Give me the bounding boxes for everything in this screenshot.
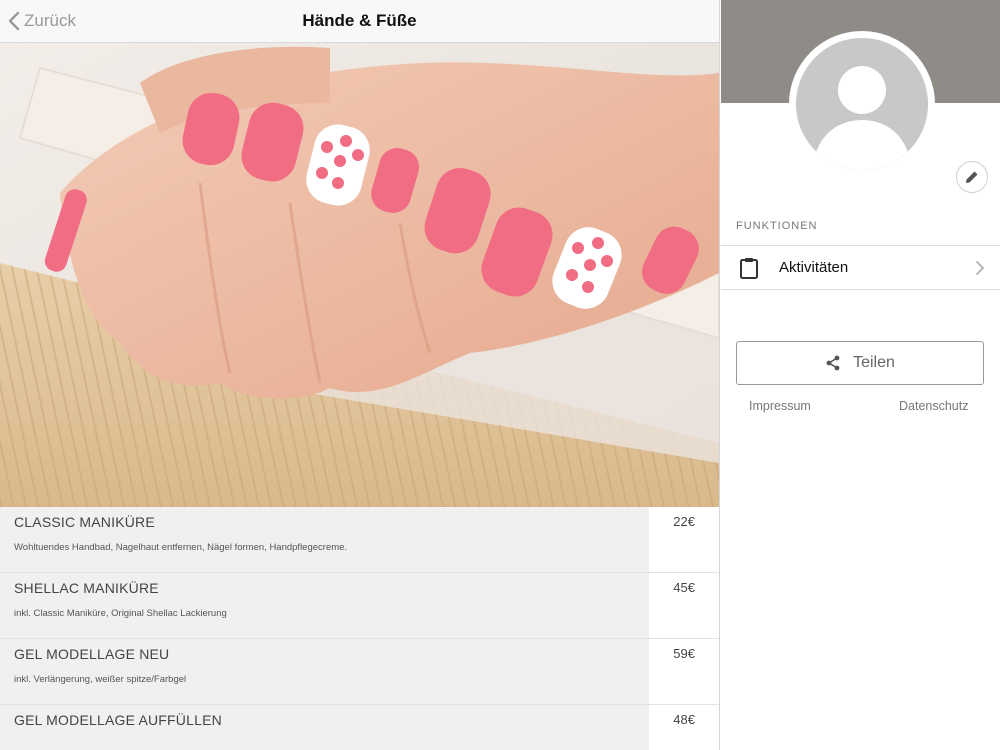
navigation-bar: Zurück Hände & Füße bbox=[0, 0, 719, 43]
profile-sidebar: FUNKTIONEN Aktivitäten Teilen Impressum … bbox=[721, 0, 1000, 750]
avatar[interactable] bbox=[789, 31, 988, 193]
service-list: CLASSIC MANIKÜRE Wohltuendes Handbad, Na… bbox=[0, 507, 719, 750]
page-title: Hände & Füße bbox=[302, 11, 417, 30]
service-name: GEL MODELLAGE NEU bbox=[14, 646, 170, 662]
share-button-label: Teilen bbox=[853, 354, 895, 371]
service-row[interactable]: GEL MODELLAGE NEU inkl. Verlängerung, we… bbox=[0, 639, 719, 705]
service-description: Wohltuendes Handbad, Nagelhaut entfernen… bbox=[14, 542, 348, 553]
menu-item-label: Aktivitäten bbox=[779, 259, 849, 276]
service-row[interactable]: SHELLAC MANIKÜRE inkl. Classic Maniküre,… bbox=[0, 573, 719, 639]
pencil-icon bbox=[966, 171, 978, 183]
service-name: GEL MODELLAGE AUFFÜLLEN bbox=[14, 712, 222, 728]
user-silhouette-icon bbox=[796, 38, 928, 170]
datenschutz-link[interactable]: Datenschutz bbox=[899, 399, 968, 413]
menu-item-activities[interactable]: Aktivitäten bbox=[721, 245, 1000, 290]
service-name: SHELLAC MANIKÜRE bbox=[14, 580, 159, 596]
hero-image bbox=[0, 43, 719, 507]
service-price: 45€ bbox=[673, 580, 695, 595]
service-price: 48€ bbox=[673, 712, 695, 727]
service-name: CLASSIC MANIKÜRE bbox=[14, 514, 155, 530]
clipboard-icon bbox=[740, 258, 758, 279]
share-button[interactable]: Teilen bbox=[736, 341, 984, 385]
chevron-right-icon bbox=[976, 261, 984, 275]
service-row[interactable]: GEL MODELLAGE AUFFÜLLEN 48€ bbox=[0, 705, 719, 750]
edit-avatar-button[interactable] bbox=[956, 161, 988, 193]
impressum-link[interactable]: Impressum bbox=[749, 399, 811, 413]
service-price: 59€ bbox=[673, 646, 695, 661]
service-description: inkl. Classic Maniküre, Original Shellac… bbox=[14, 608, 227, 619]
service-row[interactable]: CLASSIC MANIKÜRE Wohltuendes Handbad, Na… bbox=[0, 507, 719, 573]
section-label: FUNKTIONEN bbox=[736, 220, 818, 232]
share-icon bbox=[826, 355, 840, 371]
service-description: inkl. Verlängerung, weißer spitze/Farbge… bbox=[14, 674, 187, 685]
service-price: 22€ bbox=[673, 514, 695, 529]
main-pane: Zurück Hände & Füße CLASSIC MANIKÜRE Woh… bbox=[0, 0, 720, 750]
